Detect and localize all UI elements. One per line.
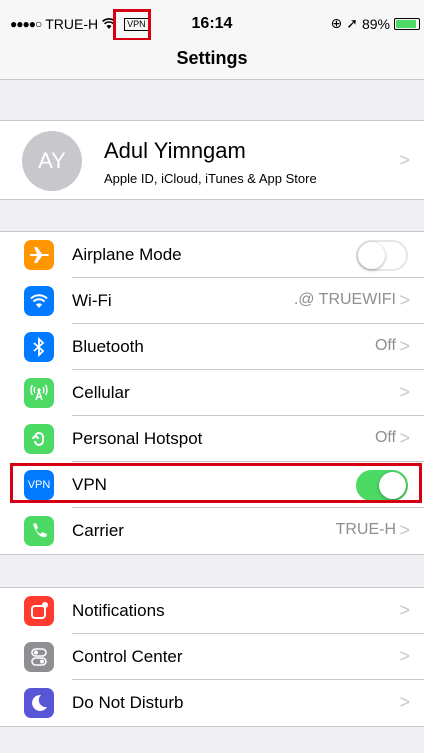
cellular-icon	[24, 378, 54, 408]
status-right: ⊕ ➚ 89%	[330, 15, 420, 32]
settings-row-carrier[interactable]: Carrier TRUE-H >	[0, 508, 424, 554]
settings-row-wi-fi[interactable]: Wi-Fi .@ TRUEWIFI >	[0, 278, 424, 324]
settings-row-airplane-mode[interactable]: Airplane Mode	[0, 232, 424, 278]
row-value: TRUE-H	[335, 521, 396, 538]
moon-icon	[24, 688, 54, 718]
row-value: Off	[374, 429, 396, 446]
chevron-right-icon: >	[399, 646, 410, 666]
hotspot-icon	[24, 424, 54, 454]
wifi-icon	[24, 286, 54, 316]
battery-icon	[394, 17, 420, 30]
row-label: Do Not Disturb	[72, 693, 184, 712]
row-label: Personal Hotspot	[72, 429, 203, 448]
battery-fill	[396, 19, 416, 28]
control-center-icon	[24, 642, 54, 672]
row-value: .@ TRUEWIFI	[293, 291, 396, 308]
row-label: Notifications	[72, 601, 165, 620]
settings-row-control-center[interactable]: Control Center >	[0, 634, 424, 680]
settings-row-personal-hotspot[interactable]: Personal Hotspot Off >	[0, 416, 424, 462]
row-label: Wi-Fi	[72, 291, 112, 310]
notifications-icon	[24, 596, 54, 626]
page-title: Settings	[176, 48, 248, 68]
system-group: Notifications > Control Center > Do Not Dist…	[0, 587, 424, 727]
row-label: Airplane Mode	[72, 245, 182, 264]
settings-row-do-not-disturb[interactable]: Do Not Disturb >	[0, 680, 424, 726]
airplane-mode-toggle[interactable]	[356, 240, 408, 271]
rotation-lock-icon: ⊕	[330, 15, 343, 31]
row-label: Carrier	[72, 521, 124, 540]
connectivity-group: Airplane Mode Wi-Fi .@ TRUEWIFI > Bluetooth O…	[0, 231, 424, 555]
chevron-right-icon: >	[399, 290, 410, 310]
row-label: Control Center	[72, 647, 183, 666]
location-icon: ➚	[346, 15, 358, 31]
battery-percent: 89%	[361, 15, 390, 32]
chevron-right-icon: >	[399, 150, 410, 170]
row-label: Bluetooth	[72, 337, 144, 356]
profile-chevron-wrap: >	[0, 138, 424, 184]
chevron-right-icon: >	[399, 382, 410, 402]
chevron-right-icon: >	[399, 336, 410, 356]
airplane-icon	[24, 240, 54, 270]
bluetooth-icon	[24, 332, 54, 362]
phone-icon	[24, 516, 54, 546]
row-label: Cellular	[72, 383, 130, 402]
settings-row-bluetooth[interactable]: Bluetooth Off >	[0, 324, 424, 370]
settings-row-cellular[interactable]: Cellular >	[0, 370, 424, 416]
settings-row-notifications[interactable]: Notifications >	[0, 588, 424, 634]
row-value: Off	[374, 337, 396, 354]
chevron-right-icon: >	[399, 428, 410, 448]
profile-row[interactable]: AY Adul Yimngam Apple ID, iCloud, iTunes…	[0, 120, 424, 200]
toggle-knob	[358, 242, 385, 269]
status-bar: ●●●●○ TRUE-H VPN 16:14 ⊕ ➚ 89%	[0, 0, 424, 41]
chevron-right-icon: >	[399, 600, 410, 620]
vpn-row-highlight	[10, 463, 422, 503]
chevron-right-icon: >	[399, 692, 410, 712]
navigation-bar: Settings	[0, 40, 424, 80]
chevron-right-icon: >	[399, 520, 410, 540]
